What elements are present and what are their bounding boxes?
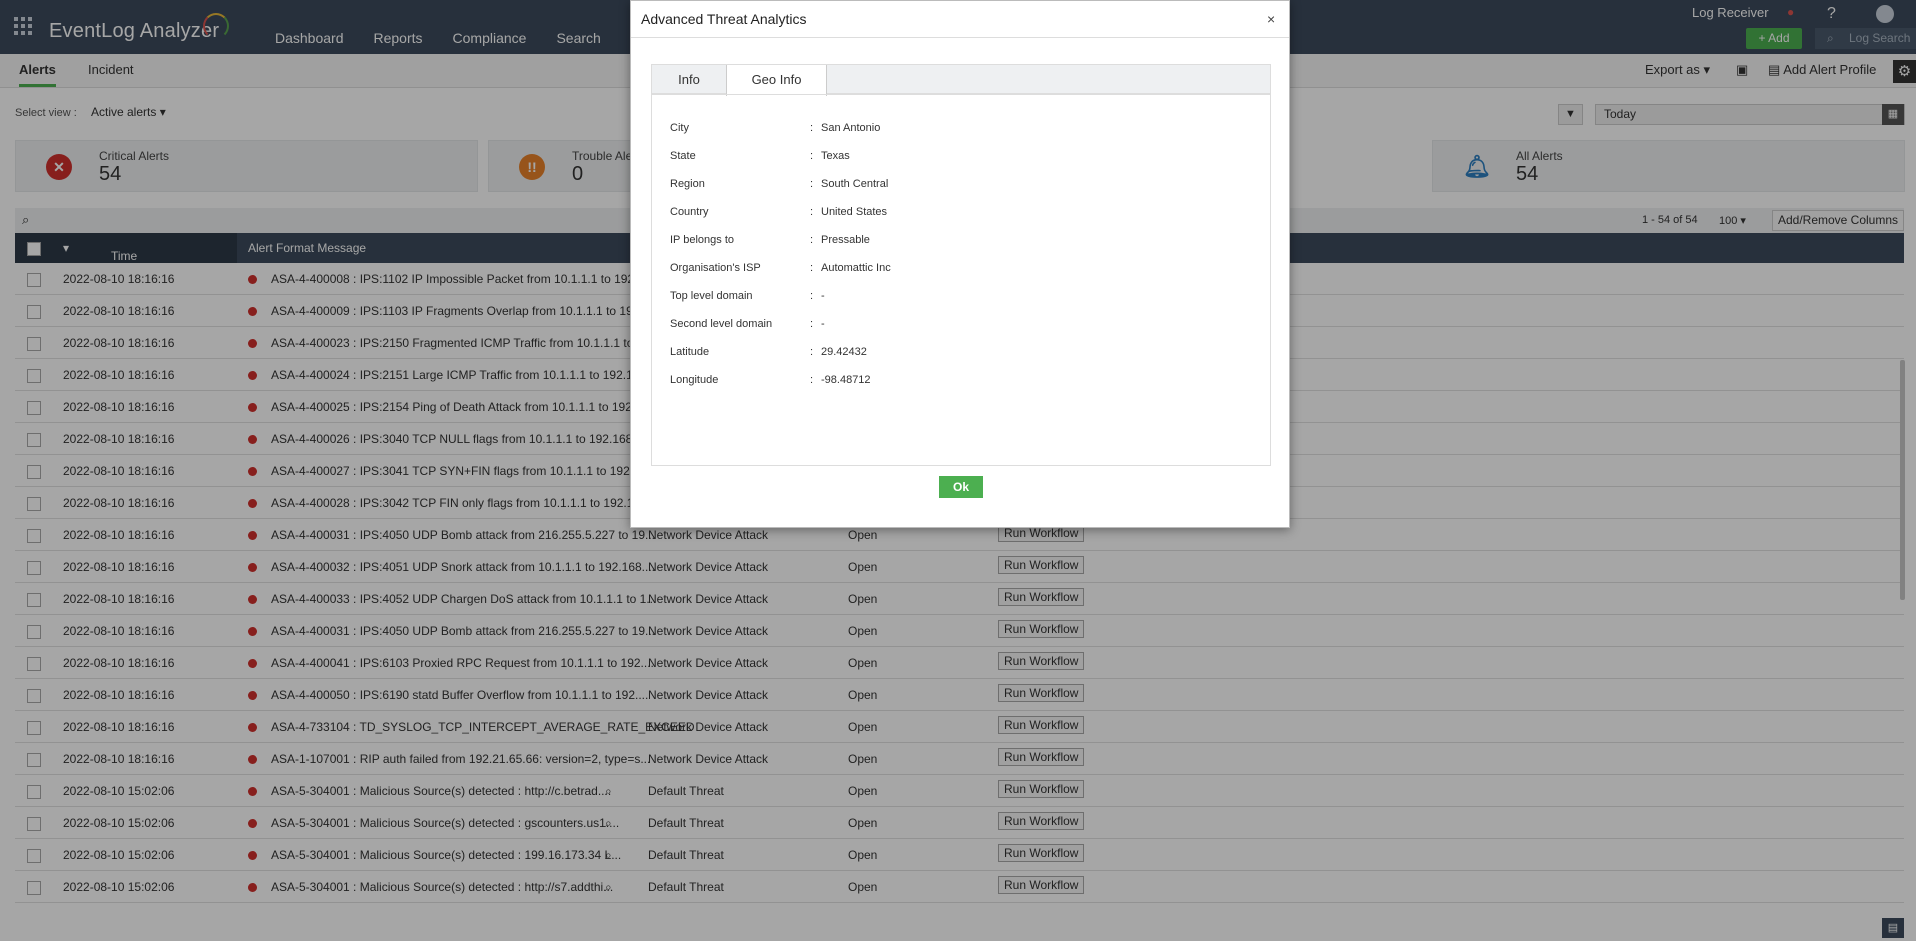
tab-geo-info[interactable]: Geo Info (726, 65, 827, 96)
geo-colon: : (810, 262, 814, 274)
geo-key: IP belongs to (670, 234, 735, 246)
geo-key: Region (670, 178, 705, 190)
geo-colon: : (810, 346, 814, 358)
geo-key: Latitude (670, 346, 710, 358)
geo-key: City (670, 122, 689, 134)
geo-key: Top level domain (670, 290, 753, 302)
geo-key: Longitude (670, 374, 719, 386)
geo-colon: : (810, 122, 814, 134)
geo-value: Pressable (821, 234, 870, 246)
geo-colon: : (810, 178, 814, 190)
dialog-title: Advanced Threat Analytics (641, 11, 807, 27)
geo-colon: : (810, 150, 814, 162)
geo-info-panel: City: San Antonio State: Texas Region: South … (651, 94, 1271, 466)
geo-value: - (821, 318, 825, 330)
geo-colon: : (810, 374, 814, 386)
divider (631, 37, 1289, 38)
geo-key: Organisation's ISP (670, 262, 761, 274)
geo-key: State (670, 150, 696, 162)
geo-value: -98.48712 (821, 374, 871, 386)
geo-value: 29.42432 (821, 346, 867, 358)
close-icon[interactable]: × (1267, 11, 1275, 27)
tab-info[interactable]: Info (652, 65, 726, 95)
geo-colon: : (810, 206, 814, 218)
geo-key: Country (670, 206, 709, 218)
geo-colon: : (810, 234, 814, 246)
geo-value: United States (821, 206, 888, 218)
threat-analytics-dialog: Advanced Threat Analytics × Info Geo Inf… (630, 0, 1290, 528)
geo-value: Texas (821, 150, 850, 162)
geo-value: San Antonio (821, 122, 881, 134)
geo-value: - (821, 290, 825, 302)
ok-button[interactable]: Ok (939, 476, 983, 498)
geo-value: South Central (821, 178, 889, 190)
geo-key: Second level domain (670, 318, 773, 330)
geo-colon: : (810, 290, 814, 302)
geo-value: Automattic Inc (821, 262, 891, 274)
geo-colon: : (810, 318, 814, 330)
dialog-tabs: Info Geo Info (651, 64, 1271, 96)
